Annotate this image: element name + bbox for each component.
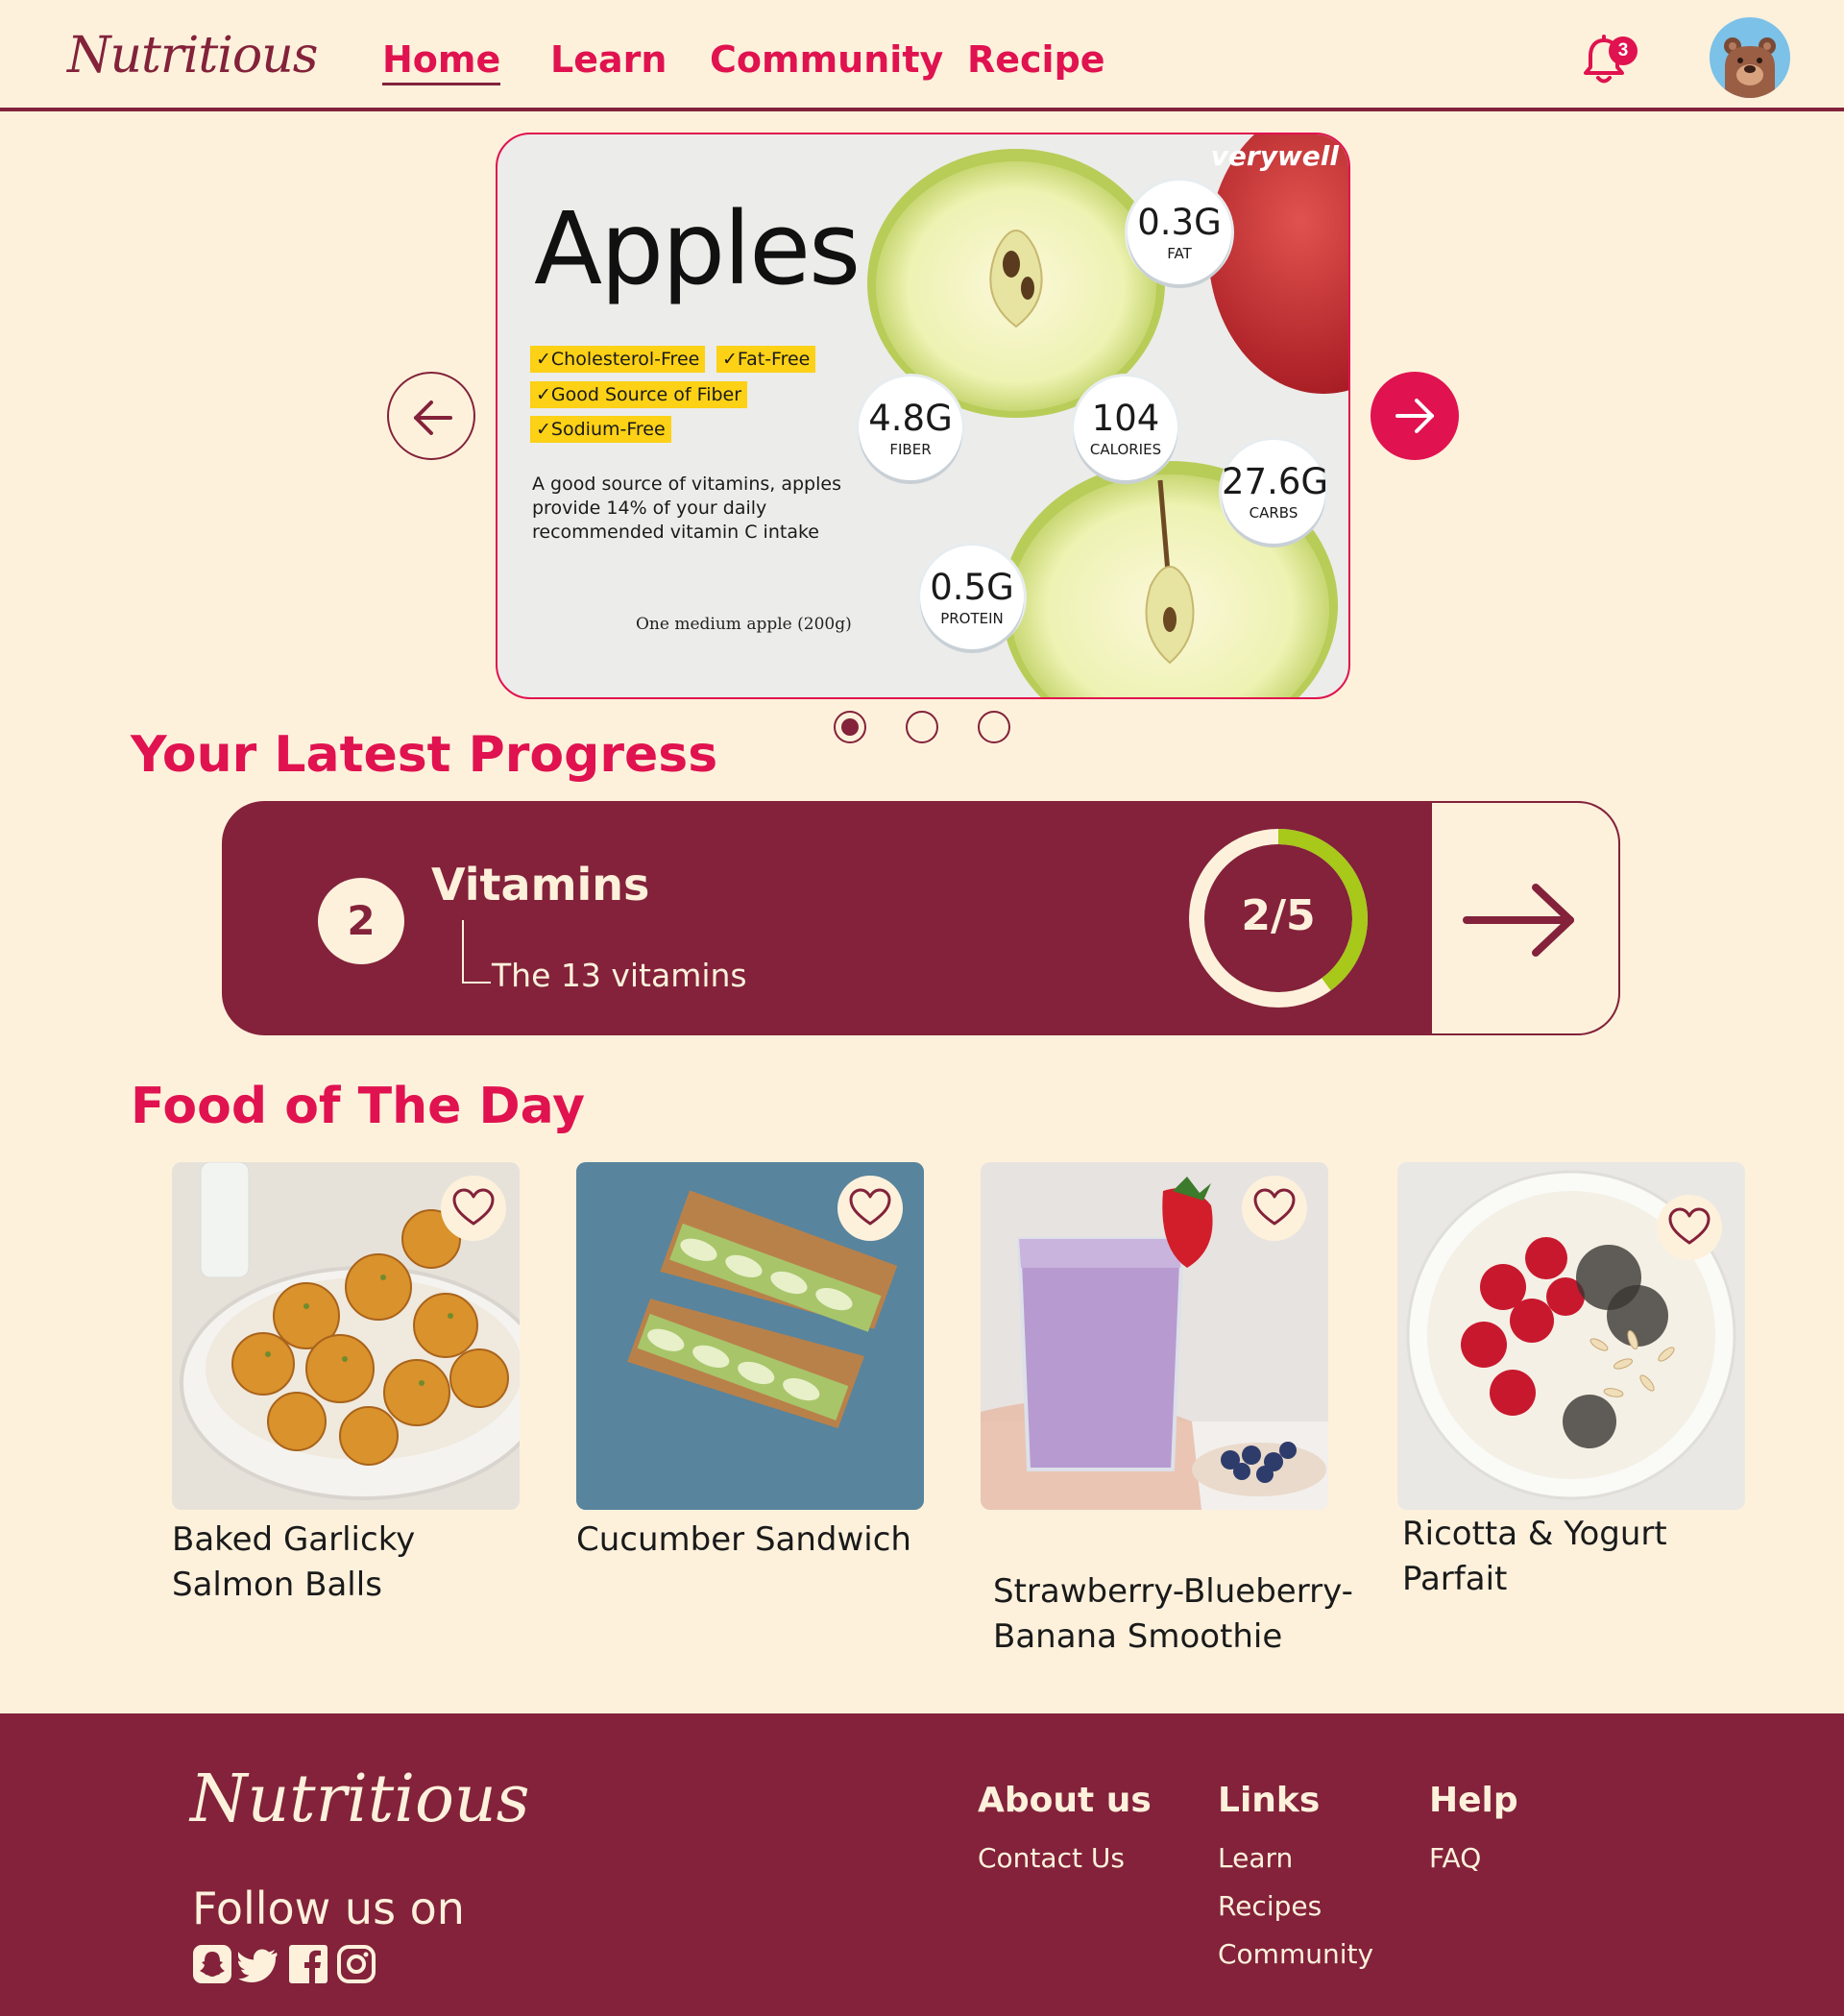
lesson-title: Vitamins bbox=[431, 859, 650, 911]
facebook-icon[interactable] bbox=[288, 1944, 328, 1984]
follow-us-label: Follow us on bbox=[192, 1882, 465, 1934]
food-name[interactable]: Strawberry-Blueberry-Banana Smoothie bbox=[993, 1569, 1358, 1660]
footer-link-community[interactable]: Community bbox=[1218, 1938, 1373, 1970]
footer-link-contact[interactable]: Contact Us bbox=[978, 1842, 1125, 1874]
nav-home[interactable]: Home bbox=[382, 38, 501, 85]
site-footer: Nutritious Follow us on About us Contact… bbox=[0, 1713, 1844, 2016]
arrow-right-icon bbox=[1395, 399, 1434, 433]
footer-link-faq[interactable]: FAQ bbox=[1429, 1842, 1481, 1874]
heart-icon bbox=[1253, 1188, 1296, 1226]
heart-icon bbox=[452, 1188, 495, 1226]
tag-fiber: ✓Good Source of Fiber bbox=[530, 381, 748, 408]
nutrient-protein: 0.5G PROTEIN bbox=[920, 546, 1024, 649]
instagram-icon[interactable] bbox=[336, 1944, 376, 1984]
food-name[interactable]: Ricotta & Yogurt Parfait bbox=[1402, 1512, 1729, 1602]
slide-title: Apples bbox=[534, 190, 861, 307]
footer-link-learn[interactable]: Learn bbox=[1218, 1842, 1293, 1874]
favorite-button[interactable] bbox=[1657, 1195, 1722, 1260]
nav-community[interactable]: Community bbox=[710, 38, 943, 81]
nav-learn[interactable]: Learn bbox=[550, 38, 667, 81]
footer-link-recipes[interactable]: Recipes bbox=[1218, 1890, 1322, 1922]
heart-icon bbox=[849, 1188, 891, 1226]
favorite-button[interactable] bbox=[1242, 1176, 1307, 1241]
verywell-logo: verywell bbox=[1210, 140, 1339, 172]
arrow-left-icon bbox=[414, 401, 452, 435]
user-avatar[interactable] bbox=[1710, 17, 1790, 98]
food-section-title: Food of The Day bbox=[131, 1078, 586, 1135]
bear-avatar-icon bbox=[1724, 37, 1776, 98]
food-card-cucumber-sandwich[interactable] bbox=[576, 1162, 924, 1510]
site-logo[interactable]: Nutritious bbox=[67, 27, 318, 85]
food-card-smoothie[interactable] bbox=[981, 1162, 1328, 1510]
footer-heading-links: Links bbox=[1218, 1781, 1321, 1820]
tag-cholesterol-free: ✓Cholesterol-Free bbox=[530, 346, 706, 373]
twitter-icon[interactable] bbox=[238, 1944, 279, 1984]
nutrient-fiber: 4.8G FIBER bbox=[859, 376, 962, 480]
progress-continue-button[interactable] bbox=[1432, 801, 1620, 1035]
nav-recipe[interactable]: Recipe bbox=[967, 38, 1105, 81]
top-nav-bar: Nutritious Home Learn Community Recipe 3 bbox=[0, 0, 1844, 111]
progress-card[interactable]: 2 Vitamins The 13 vitamins 2/5 bbox=[222, 801, 1620, 1035]
carousel-dot-3[interactable] bbox=[978, 711, 1010, 743]
favorite-button[interactable] bbox=[837, 1176, 903, 1241]
carousel-dot-1[interactable] bbox=[834, 711, 866, 743]
lesson-number: 2 bbox=[318, 878, 404, 964]
progress-section-title: Your Latest Progress bbox=[131, 726, 718, 784]
footer-heading-help: Help bbox=[1429, 1781, 1518, 1820]
footer-logo[interactable]: Nutritious bbox=[190, 1761, 530, 1837]
arrow-right-icon bbox=[1463, 884, 1574, 957]
food-card-salmon-balls[interactable] bbox=[172, 1162, 520, 1510]
favorite-button[interactable] bbox=[441, 1176, 506, 1241]
serving-size: One medium apple (200g) bbox=[636, 615, 852, 634]
tag-fat-free: ✓Fat-Free bbox=[716, 346, 816, 373]
nutrient-fat: 0.3G FAT bbox=[1128, 181, 1231, 284]
food-name[interactable]: Cucumber Sandwich bbox=[576, 1518, 941, 1563]
carousel-next-button[interactable] bbox=[1371, 372, 1459, 460]
food-card-parfait[interactable] bbox=[1397, 1162, 1745, 1510]
nutrient-calories: 104 CALORIES bbox=[1074, 376, 1177, 480]
carousel-dot-2[interactable] bbox=[906, 711, 938, 743]
carousel-slide-apples[interactable]: verywell Apples ✓Cholesterol-Free ✓Fat-F… bbox=[496, 133, 1350, 699]
food-name[interactable]: Baked Garlicky Salmon Balls bbox=[172, 1518, 537, 1608]
tree-connector bbox=[462, 920, 491, 984]
tag-sodium-free: ✓Sodium-Free bbox=[530, 416, 671, 443]
notification-badge: 3 bbox=[1609, 36, 1638, 65]
progress-count: 2/5 bbox=[1241, 891, 1316, 940]
footer-heading-about: About us bbox=[978, 1781, 1152, 1820]
snapchat-icon[interactable] bbox=[192, 1944, 232, 1984]
slide-description: A good source of vitamins, apples provid… bbox=[532, 474, 841, 543]
carousel-prev-button[interactable] bbox=[387, 372, 475, 460]
lesson-subtitle: The 13 vitamins bbox=[492, 957, 747, 994]
heart-icon bbox=[1668, 1207, 1711, 1245]
nutrient-carbs: 27.6G CARBS bbox=[1222, 440, 1328, 544]
